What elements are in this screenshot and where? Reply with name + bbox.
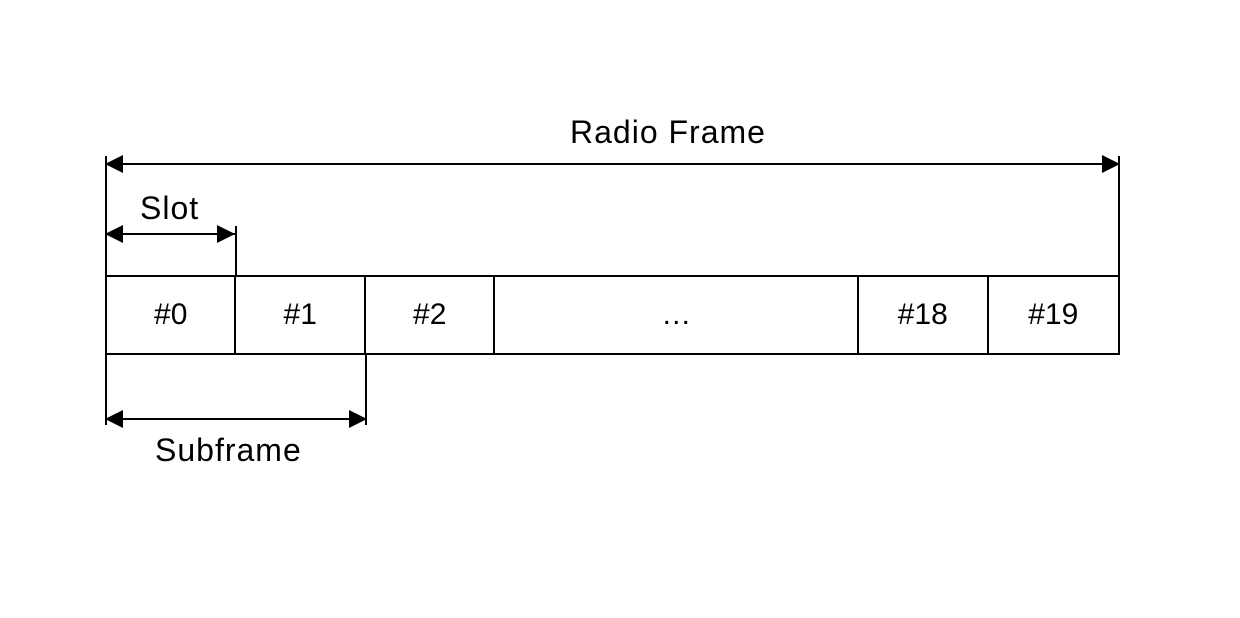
slot-cell-18: #18 (859, 277, 988, 353)
slot-label: Slot (140, 190, 199, 227)
slot-cell-0: #0 (107, 277, 236, 353)
radio-frame-ext-left (105, 156, 107, 276)
slot-cell-1: #1 (236, 277, 365, 353)
slot-ext-right (235, 226, 237, 276)
slot-cell-19: #19 (989, 277, 1118, 353)
radio-frame-label: Radio Frame (570, 114, 766, 151)
radio-frame-diagram: Radio Frame Slot #0 #1 #2 … #18 #19 Subf… (0, 0, 1240, 618)
radio-frame-dim (105, 163, 1120, 165)
subframe-dim (105, 418, 367, 420)
slot-dim (105, 233, 235, 235)
slot-cell-ellipsis: … (495, 277, 859, 353)
slot-cell-2: #2 (366, 277, 495, 353)
radio-frame-ext-right (1118, 156, 1120, 276)
subframe-label: Subframe (155, 432, 302, 469)
slot-row: #0 #1 #2 … #18 #19 (105, 275, 1120, 355)
